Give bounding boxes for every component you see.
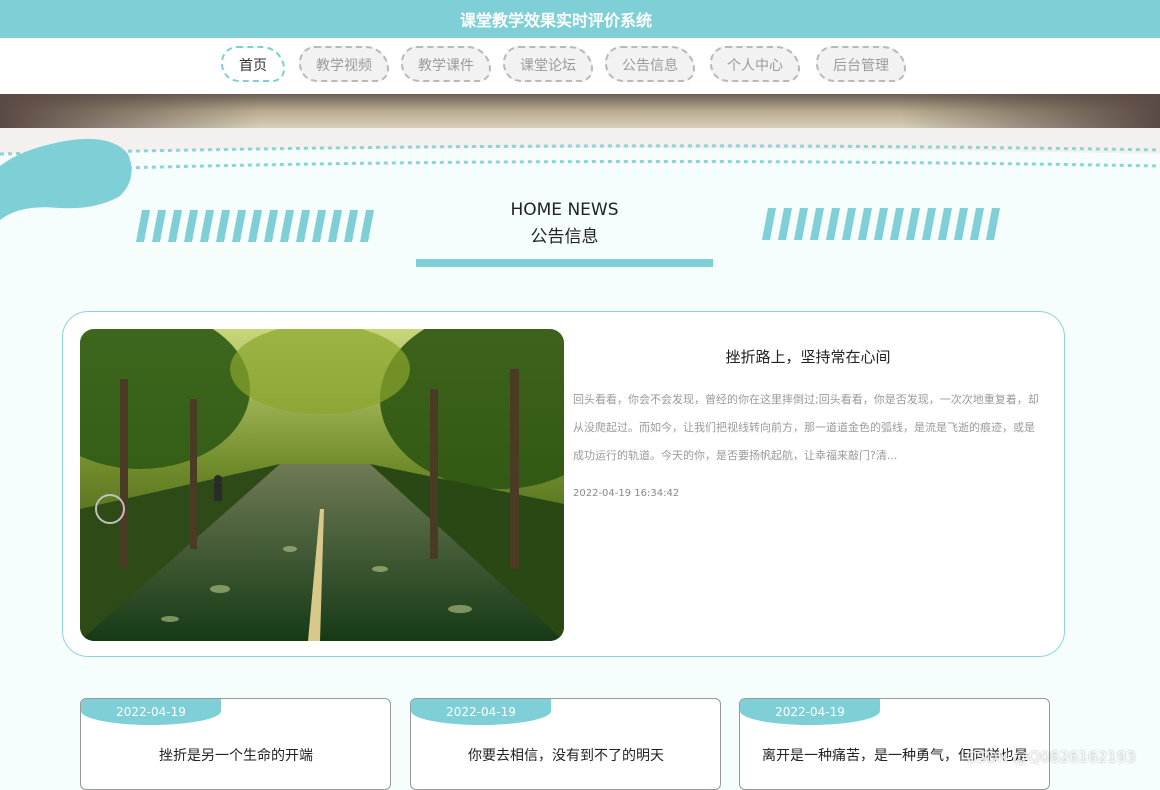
news-card-title[interactable]: 你要去相信，没有到不了的明天 (421, 745, 711, 765)
nav-admin[interactable]: 后台管理 (816, 46, 906, 82)
nav-teaching-videos[interactable]: 教学视频 (299, 46, 389, 82)
news-card-title[interactable]: 挫折是另一个生命的开端 (91, 745, 381, 765)
news-card[interactable]: 2022-04-19 你要去相信，没有到不了的明天 (410, 698, 721, 790)
nav-announcements[interactable]: 公告信息 (605, 46, 695, 82)
nav-personal-center[interactable]: 个人中心 (710, 46, 800, 82)
decorative-stripes-left (136, 210, 374, 242)
featured-news-date: 2022-04-19 16:34:42 (573, 488, 680, 499)
featured-news-excerpt: 回头看看，你会不会发现，曾经的你在这里摔倒过;回头看看，你是否发现，一次次地重复… (573, 393, 1039, 462)
featured-news-card[interactable]: 挫折路上，坚持常在心间 回头看看，你会不会发现，曾经的你在这里摔倒过;回头看看，… (62, 311, 1065, 657)
featured-news-title[interactable]: 挫折路上，坚持常在心间 (663, 346, 953, 367)
featured-news-image[interactable] (80, 329, 564, 641)
top-header-bar: 课堂教学效果实时评价系统 (0, 0, 1160, 38)
news-card[interactable]: 2022-04-19 挫折是另一个生命的开端 (80, 698, 391, 790)
news-section-heading: HOME NEWS 公告信息 (416, 200, 713, 247)
news-card[interactable]: 2022-04-19 离开是一种痛苦，是一种勇气，但同样也是 (739, 698, 1050, 790)
news-card-date: 2022-04-19 (81, 699, 221, 725)
news-heading-en: HOME NEWS (510, 200, 619, 220)
news-heading-underline (416, 259, 713, 267)
watermark: CSDN @Q0626162193 (966, 748, 1136, 766)
nav-forum[interactable]: 课堂论坛 (503, 46, 593, 82)
banner-image (0, 94, 1160, 128)
nav-courseware[interactable]: 教学课件 (401, 46, 491, 82)
news-card-date: 2022-04-19 (740, 699, 880, 725)
news-card-date: 2022-04-19 (411, 699, 551, 725)
site-title: 课堂教学效果实时评价系统 (459, 11, 652, 30)
news-heading-cn: 公告信息 (530, 227, 599, 247)
main-navigation: 首页 教学视频 教学课件 课堂论坛 公告信息 个人中心 后台管理 (0, 38, 1160, 94)
nav-home[interactable]: 首页 (221, 46, 285, 82)
decorative-stripes-right (762, 208, 1000, 240)
